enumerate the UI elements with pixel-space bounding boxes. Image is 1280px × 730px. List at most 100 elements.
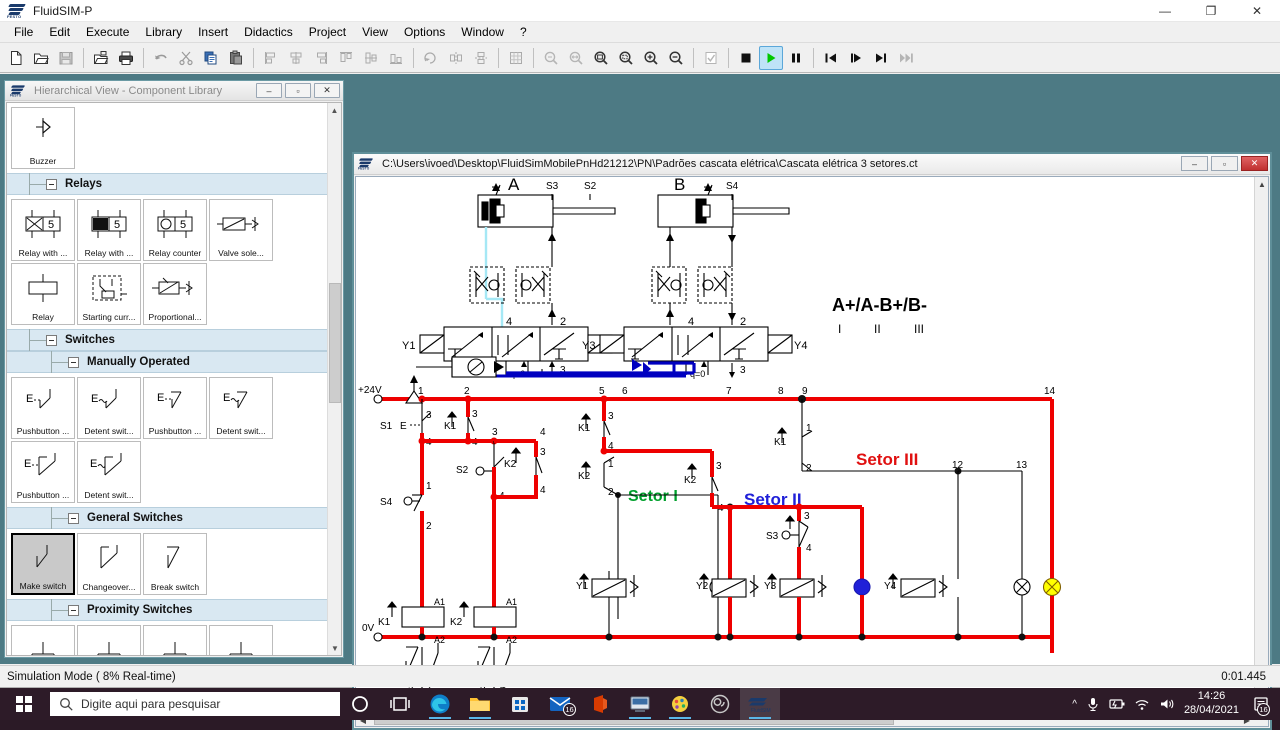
taskbar-clock[interactable]: 14:26 28/04/2021 — [1184, 690, 1239, 718]
library-group-manually-operated[interactable]: Manually Operated — [7, 351, 327, 373]
library-minimize-button[interactable]: – — [256, 83, 282, 98]
library-vertical-scrollbar[interactable]: ▲ ▼ — [327, 103, 341, 655]
pause-icon[interactable] — [784, 46, 808, 70]
scroll-up-icon[interactable]: ▲ — [1255, 177, 1269, 191]
collapse-icon[interactable] — [46, 335, 57, 346]
document-minimize-button[interactable]: – — [1181, 156, 1208, 171]
align-bottom-icon[interactable] — [384, 46, 408, 70]
office-icon[interactable] — [580, 688, 620, 720]
zoom-fit-icon[interactable] — [589, 46, 613, 70]
menu-view[interactable]: View — [354, 23, 396, 41]
zoom-out-icon[interactable] — [664, 46, 688, 70]
library-item-changeover-switch[interactable]: Changeover... — [77, 533, 141, 595]
close-button[interactable]: ✕ — [1234, 0, 1280, 22]
obs-icon[interactable] — [700, 688, 740, 720]
mail-icon[interactable]: 16 — [540, 688, 580, 720]
align-center-icon[interactable] — [284, 46, 308, 70]
edge-icon[interactable] — [420, 688, 460, 720]
mirror-horizontal-icon[interactable] — [469, 46, 493, 70]
library-item-proximity-3[interactable] — [143, 625, 207, 656]
collapse-icon[interactable] — [68, 513, 79, 524]
menu-file[interactable]: File — [6, 23, 41, 41]
library-item-buzzer[interactable]: Buzzer — [11, 107, 75, 169]
document-close-button[interactable]: ✕ — [1241, 156, 1268, 171]
library-item-relay-with-delay-on[interactable]: 5 Relay with ... — [11, 199, 75, 261]
rewind-icon[interactable] — [819, 46, 843, 70]
library-item-relay[interactable]: Relay — [11, 263, 75, 325]
minimize-button[interactable]: — — [1142, 0, 1188, 22]
wifi-icon[interactable] — [1134, 697, 1150, 711]
library-item-pushbutton-changeover[interactable]: E Pushbutton ... — [11, 441, 75, 503]
menu-didactics[interactable]: Didactics — [236, 23, 301, 41]
check-draft-icon[interactable] — [699, 46, 723, 70]
new-file-icon[interactable] — [4, 46, 28, 70]
align-middle-icon[interactable] — [359, 46, 383, 70]
stop-icon[interactable] — [734, 46, 758, 70]
zoom-in-icon[interactable] — [639, 46, 663, 70]
collapse-icon[interactable] — [46, 179, 57, 190]
library-item-detent-break[interactable]: E Detent swit... — [209, 377, 273, 439]
menu-window[interactable]: Window — [453, 23, 512, 41]
library-group-proximity-switches[interactable]: Proximity Switches — [7, 599, 327, 621]
skip-icon[interactable] — [869, 46, 893, 70]
taskbar-search-box[interactable]: Digite aqui para pesquisar — [50, 692, 340, 716]
menu-insert[interactable]: Insert — [190, 23, 236, 41]
fluidsim-icon[interactable]: FluidSIM — [740, 688, 780, 720]
step-forward-icon[interactable] — [844, 46, 868, 70]
microphone-icon[interactable] — [1086, 696, 1100, 712]
menu-project[interactable]: Project — [301, 23, 354, 41]
open-project-icon[interactable] — [89, 46, 113, 70]
library-scroll-thumb[interactable] — [329, 283, 341, 403]
library-item-valve-solenoid[interactable]: Valve sole... — [209, 199, 273, 261]
menu-execute[interactable]: Execute — [78, 23, 137, 41]
library-restore-button[interactable]: ▫ — [285, 83, 311, 98]
cut-scissors-icon[interactable] — [174, 46, 198, 70]
volume-icon[interactable] — [1159, 697, 1175, 711]
library-close-button[interactable]: ✕ — [314, 83, 340, 98]
library-item-relay-with-delay-off[interactable]: 5 Relay with ... — [77, 199, 141, 261]
library-item-proximity-4[interactable] — [209, 625, 273, 656]
grid-icon[interactable] — [504, 46, 528, 70]
save-disk-icon[interactable] — [54, 46, 78, 70]
menu-library[interactable]: Library — [137, 23, 190, 41]
library-group-switches[interactable]: Switches — [7, 329, 327, 351]
menu-edit[interactable]: Edit — [41, 23, 78, 41]
copy-icon[interactable] — [199, 46, 223, 70]
align-left-icon[interactable] — [259, 46, 283, 70]
library-item-starting-current[interactable]: Starting curr... — [77, 263, 141, 325]
library-item-break-switch[interactable]: Break switch — [143, 533, 207, 595]
undo-icon[interactable] — [149, 46, 173, 70]
scroll-up-icon[interactable]: ▲ — [328, 103, 341, 117]
align-right-icon[interactable] — [309, 46, 333, 70]
cortana-icon[interactable] — [340, 688, 380, 720]
circuit-canvas[interactable]: A S3 S2 — [355, 176, 1269, 727]
notification-center-icon[interactable]: 16 — [1248, 688, 1274, 720]
paint-icon[interactable] — [660, 688, 700, 720]
library-item-proportional-valve[interactable]: Proportional... — [143, 263, 207, 325]
paste-icon[interactable] — [224, 46, 248, 70]
library-group-general-switches[interactable]: General Switches — [7, 507, 327, 529]
library-group-relays[interactable]: Relays — [7, 173, 327, 195]
mirror-vertical-icon[interactable] — [444, 46, 468, 70]
document-restore-button[interactable]: ▫ — [1211, 156, 1238, 171]
library-item-detent-make[interactable]: E Detent swit... — [77, 377, 141, 439]
library-item-relay-counter[interactable]: 5 Relay counter — [143, 199, 207, 261]
library-item-pushbutton-make[interactable]: E Pushbutton ... — [11, 377, 75, 439]
canvas-vertical-scrollbar[interactable]: ▲ ▼ — [1254, 177, 1268, 712]
align-top-icon[interactable] — [334, 46, 358, 70]
maximize-button[interactable]: ❐ — [1188, 0, 1234, 22]
collapse-icon[interactable] — [68, 357, 79, 368]
zoom-next-icon[interactable] — [564, 46, 588, 70]
battery-icon[interactable] — [1109, 697, 1125, 711]
remote-desktop-icon[interactable] — [620, 688, 660, 720]
menu-options[interactable]: Options — [396, 23, 453, 41]
tray-expand-icon[interactable]: ^ — [1072, 699, 1077, 710]
play-icon[interactable] — [759, 46, 783, 70]
print-icon[interactable] — [114, 46, 138, 70]
zoom-region-icon[interactable] — [614, 46, 638, 70]
library-item-make-switch[interactable]: Make switch — [11, 533, 75, 595]
library-item-pushbutton-break[interactable]: E Pushbutton ... — [143, 377, 207, 439]
open-folder-icon[interactable] — [29, 46, 53, 70]
start-button[interactable] — [0, 688, 48, 720]
rotate-icon[interactable] — [419, 46, 443, 70]
